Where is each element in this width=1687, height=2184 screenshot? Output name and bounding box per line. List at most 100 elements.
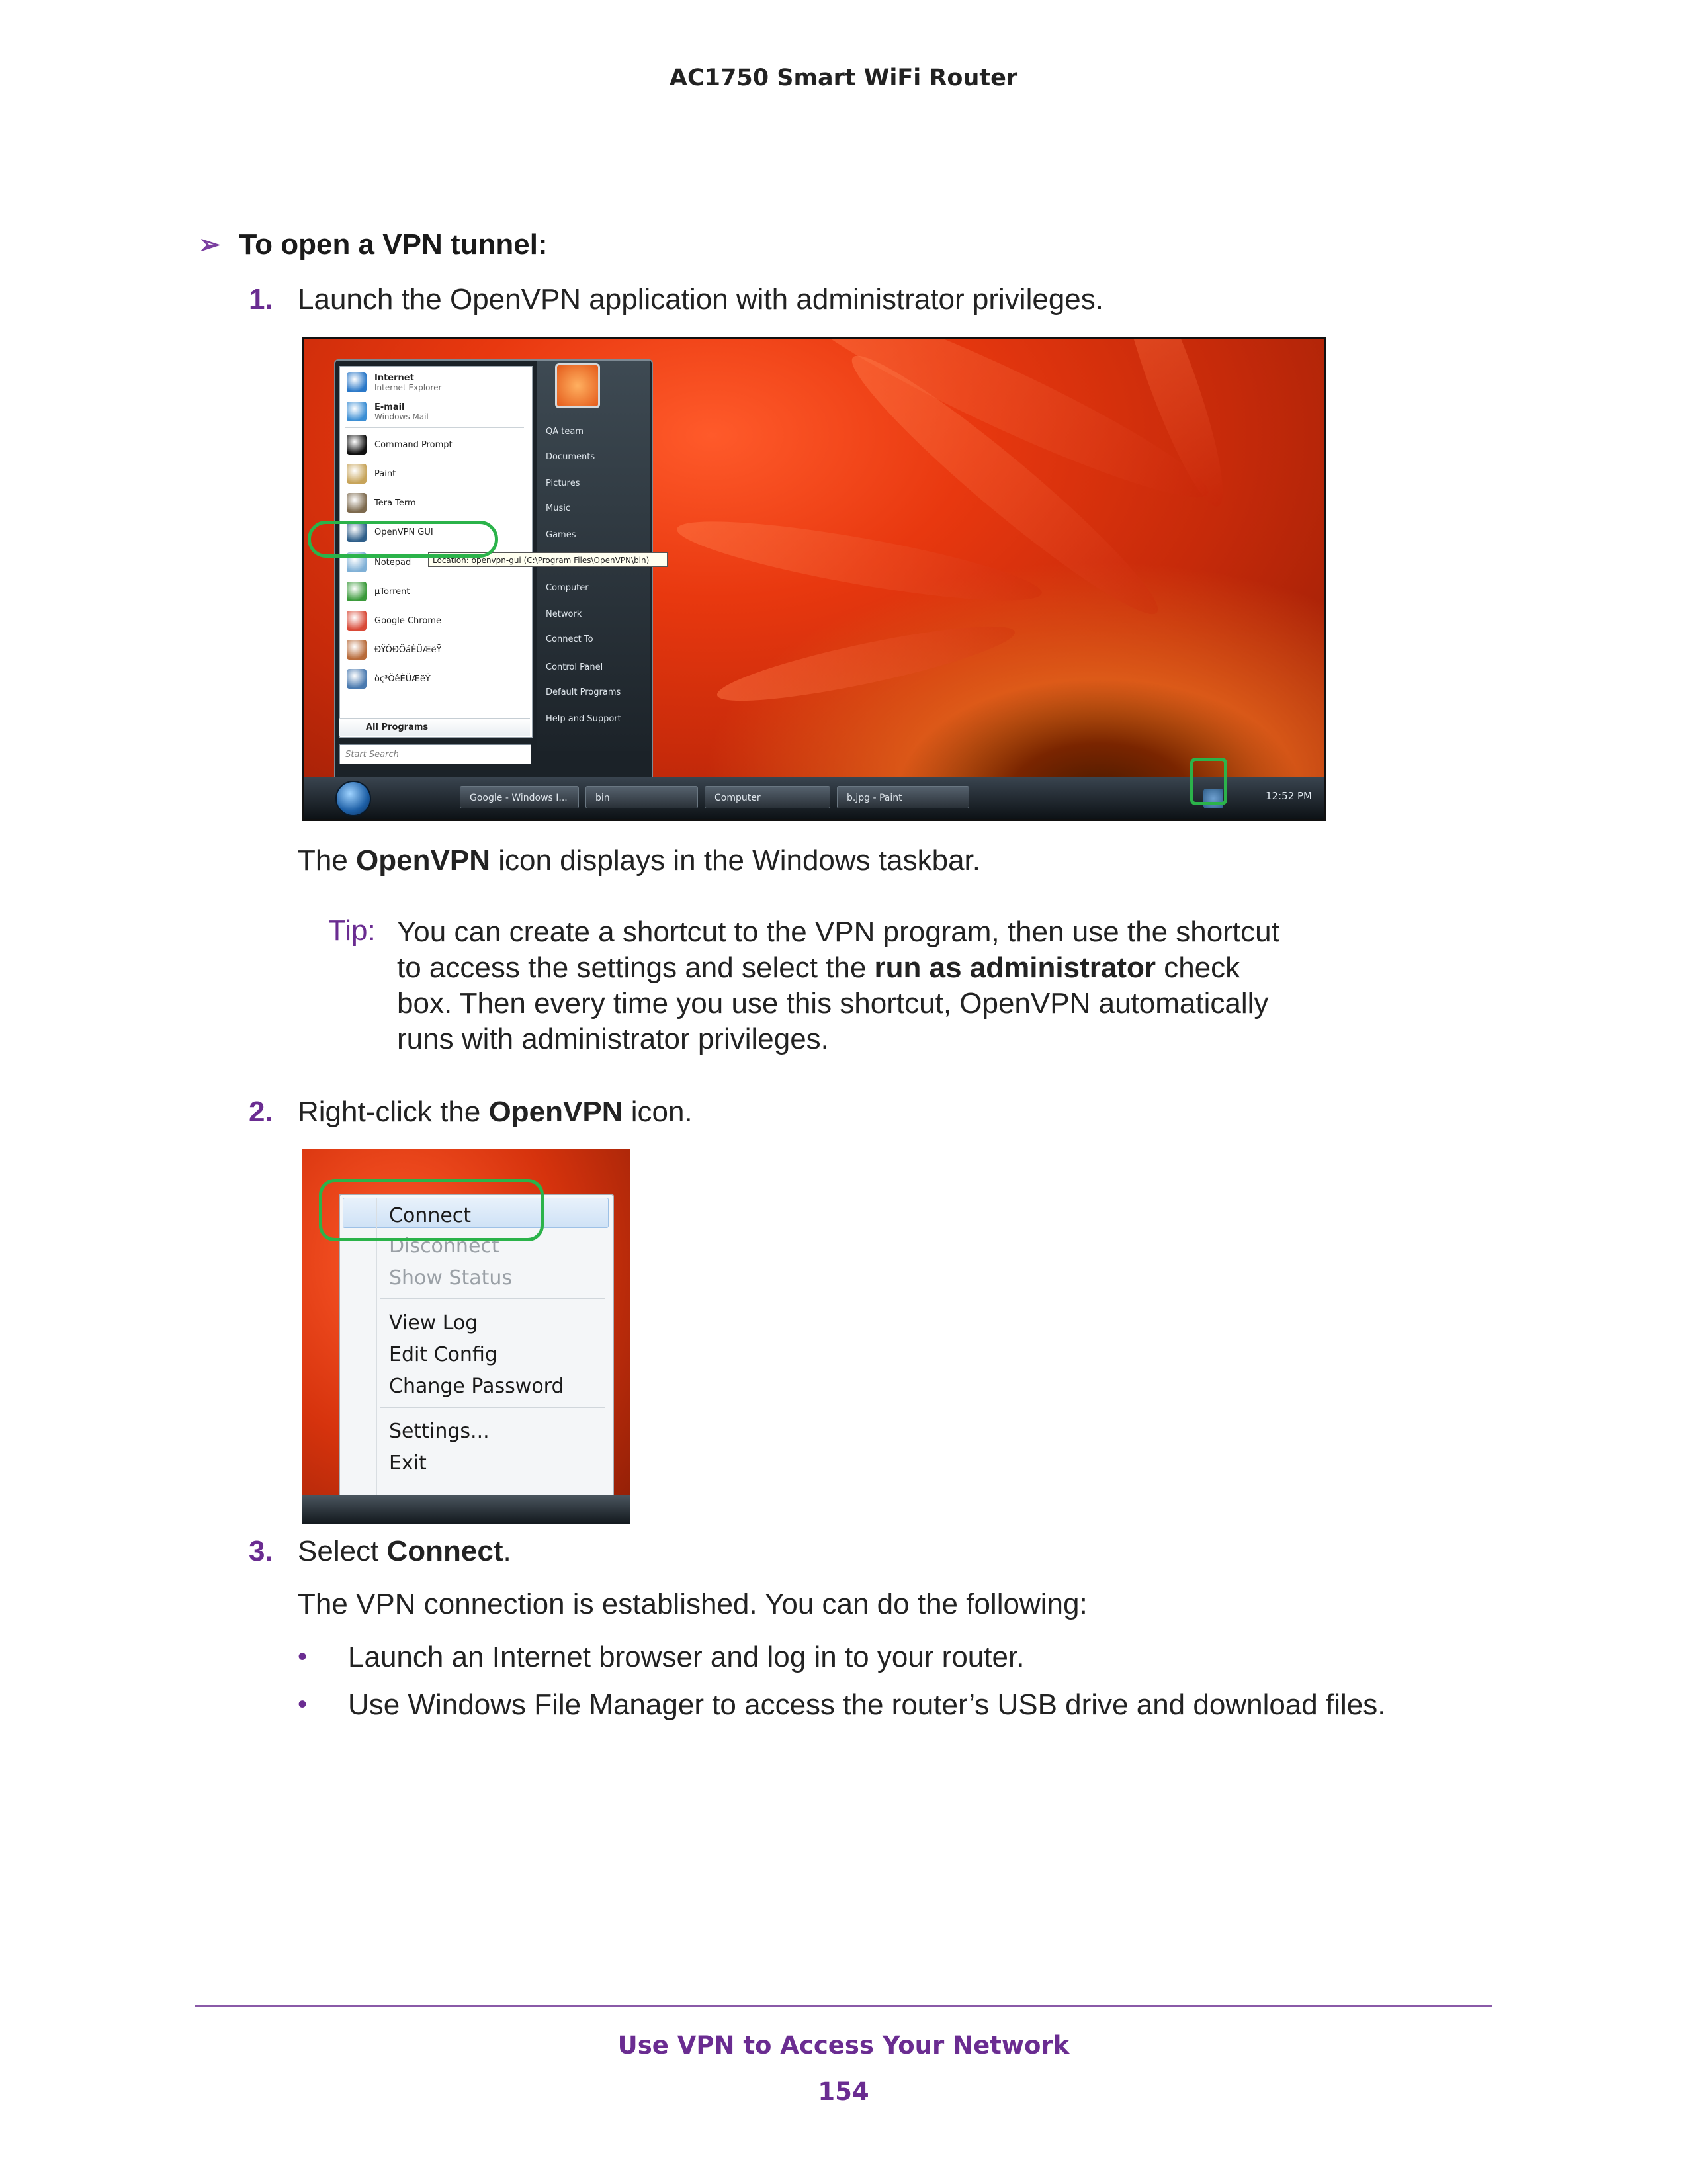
start-menu-place[interactable]: Computer [546,583,589,593]
start-menu: Internet Internet Explorer E-mail Windows M… [334,359,653,781]
step-2-text: Right-click the OpenVPN icon. [298,1096,693,1129]
program-icon [347,640,367,660]
menu-separator [345,427,524,428]
item-title: Command Prompt [374,439,453,450]
menu-separator [380,1407,605,1408]
bullet-icon: • [298,1642,308,1671]
tray-icon-highlight [1190,758,1227,805]
para-text: The [298,844,357,877]
start-menu-place[interactable]: QA team [546,427,584,437]
start-menu-place[interactable]: Default Programs [546,687,621,697]
context-menu-item[interactable]: Edit Config [389,1343,497,1366]
start-search-input[interactable]: Start Search [339,744,531,764]
program-icon [347,669,367,689]
start-menu-item-label: µTorrent [374,587,410,597]
tip-label: Tip: [328,914,376,947]
start-menu-item[interactable]: Command Prompt [347,431,453,458]
step-1-text: Launch the OpenVPN application with admi… [298,283,1103,316]
step-3-paragraph: The VPN connection is established. You c… [298,1588,1088,1620]
program-icon [347,582,367,601]
para-bold: OpenVPN [356,844,490,877]
context-menu-item[interactable]: Change Password [389,1375,564,1398]
item-title: µTorrent [374,586,410,597]
start-menu-item[interactable]: Google Chrome [347,607,441,634]
start-menu-item-label: Command Prompt [374,440,453,450]
taskbar-button[interactable]: bin [585,786,698,808]
start-menu-item-label: E-mail Windows Mail [374,402,429,421]
start-menu-item[interactable]: Paint [347,460,396,487]
para-text: icon displays in the Windows taskbar. [490,844,980,877]
start-menu-place[interactable]: Network [546,609,582,619]
item-subtitle: Windows Mail [374,412,429,421]
context-menu-item[interactable]: Exit [389,1452,427,1475]
taskbar-button[interactable]: Computer [705,786,830,808]
item-title: ÐŸÓÐÖáÈÜÆëŸ [374,644,442,655]
start-menu-item-label: ÐŸÓÐÖáÈÜÆëŸ [374,645,441,655]
start-menu-item[interactable]: Tera Term [347,490,416,516]
start-menu-item-label: òç³ÖêÈÜÆëŸ [374,674,431,684]
item-title: Paint [374,468,396,479]
item-title: Google Chrome [374,615,441,626]
program-icon [347,372,367,392]
program-icon [347,493,367,513]
menu-separator [380,1298,605,1299]
start-menu-place[interactable]: Games [546,530,576,540]
program-icon [347,611,367,631]
step-text: Right-click the [298,1096,489,1128]
start-menu-item[interactable]: µTorrent [347,578,410,605]
tip-bold: run as administrator [874,951,1156,984]
start-menu-screenshot: Internet Internet Explorer E-mail Windows M… [302,337,1326,821]
step-bold: Connect [386,1535,503,1567]
start-menu-place[interactable]: Music [546,503,570,513]
page-header: AC1750 Smart WiFi Router [669,65,1018,91]
item-title: Notepad [374,557,411,568]
item-title: Tera Term [374,498,416,508]
item-title: E-mail [374,402,405,412]
taskbar-button[interactable]: Google - Windows I... [460,786,579,808]
windows-taskbar: Google - Windows I... bin Computer b.jpg… [304,777,1324,819]
step-text: . [503,1535,511,1567]
context-menu-item[interactable]: View Log [389,1311,478,1334]
start-menu-item[interactable]: Internet Internet Explorer [347,369,441,396]
taskbar-strip [302,1495,630,1524]
start-menu-item[interactable]: òç³ÖêÈÜÆëŸ [347,666,431,692]
footer-rule [195,2005,1492,2007]
item-title: òç³ÖêÈÜÆëŸ [374,674,431,684]
openvpn-context-menu-screenshot: Connect Disconnect Show Status View Log Edit… [302,1149,630,1524]
tip-body: You can create a shortcut to the VPN pro… [397,914,1279,1057]
program-icon [347,464,367,484]
tip-text: to access the settings and select the [397,951,875,984]
step-text: Select [298,1535,387,1567]
start-menu-place[interactable]: Connect To [546,634,593,644]
bullet-icon: • [298,1690,308,1719]
bullet-item: Launch an Internet browser and log in to… [348,1641,1025,1673]
arrow-bullet-icon: ➢ [198,230,221,259]
windows-start-orb-icon[interactable] [335,781,371,816]
start-menu-item-label: Internet Internet Explorer [374,373,441,392]
tip-text: check [1155,951,1240,984]
context-menu-item[interactable]: Settings... [389,1420,490,1443]
start-menu-item[interactable]: ÐŸÓÐÖáÈÜÆëŸ [347,636,441,663]
start-menu-place[interactable]: Documents [546,452,595,462]
start-menu-place[interactable]: Control Panel [546,662,603,672]
program-icon [347,402,367,421]
openvpn-gui-highlight [308,521,498,558]
all-programs-button[interactable]: All Programs [339,718,530,736]
tip-line: runs with administrator privileges. [397,1023,829,1055]
start-menu-item-label: Tera Term [374,498,416,508]
procedure-heading: ➢ To open a VPN tunnel: [198,228,548,261]
footer-title: Use VPN to Access Your Network [617,2031,1070,2060]
step-1: 1. [249,283,273,316]
start-menu-place[interactable]: Pictures [546,478,580,488]
menu-gutter [376,1198,377,1495]
step-bold: OpenVPN [488,1096,623,1128]
item-subtitle: Internet Explorer [374,382,442,392]
taskbar-button[interactable]: b.jpg - Paint [837,786,969,808]
start-menu-item-label: Paint [374,469,396,479]
bullet-item: Use Windows File Manager to access the r… [348,1688,1386,1721]
page-number: 154 [818,2077,869,2106]
start-menu-place[interactable]: Help and Support [546,714,621,724]
tip-line: You can create a shortcut to the VPN pro… [397,916,1279,948]
start-menu-item[interactable]: E-mail Windows Mail [347,398,429,425]
step-text: icon. [623,1096,693,1128]
